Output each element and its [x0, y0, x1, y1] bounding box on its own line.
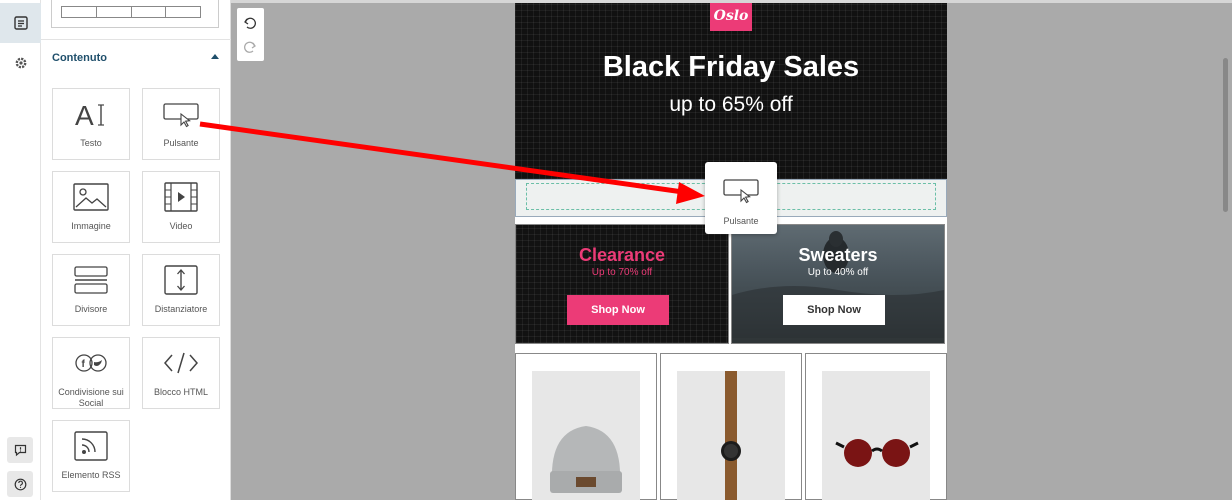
content-blocks-icon	[13, 16, 28, 30]
email-preview: Oslo Black Friday Sales up to 65% off Cl…	[515, 3, 947, 500]
column-layout-block[interactable]	[51, 0, 219, 28]
block-label: Blocco HTML	[153, 387, 208, 397]
product-image	[822, 371, 930, 500]
social-share-icon: f	[75, 354, 107, 372]
undo-icon	[244, 17, 256, 29]
feedback-icon	[14, 444, 26, 456]
panel-divider	[41, 39, 231, 40]
hero-subtitle: up to 65% off	[669, 93, 793, 116]
content-tab-button[interactable]	[0, 3, 41, 43]
product-card-sunglasses[interactable]	[805, 353, 947, 500]
help-button[interactable]	[7, 471, 33, 497]
button-icon	[163, 103, 199, 128]
hero-section[interactable]: Oslo Black Friday Sales up to 65% off	[515, 3, 947, 179]
promo-subtitle: Up to 40% off	[807, 267, 869, 278]
rss-icon	[74, 431, 108, 461]
video-icon	[164, 182, 198, 212]
block-label: Divisore	[74, 304, 108, 314]
promo-pattern	[516, 225, 728, 343]
watch-image	[721, 371, 741, 500]
product-card-watch[interactable]	[660, 353, 802, 500]
svg-text:A: A	[75, 100, 94, 129]
history-controls	[237, 8, 264, 61]
svg-text:f: f	[82, 359, 86, 370]
text-icon: A	[75, 100, 104, 129]
promo-title: Clearance	[578, 245, 666, 265]
promo-card-clearance[interactable]: Clearance Up to 70% off Shop Now	[515, 224, 729, 344]
undo-button[interactable]	[243, 16, 257, 35]
feedback-button[interactable]	[7, 437, 33, 463]
shop-now-button[interactable]: Shop Now	[567, 295, 669, 325]
promo-title: Sweaters	[798, 245, 878, 265]
drag-ghost-label: Pulsante	[723, 216, 759, 226]
help-icon	[14, 478, 26, 490]
redo-button[interactable]	[243, 40, 257, 59]
hero-title: Black Friday Sales	[602, 51, 860, 83]
block-tile-html[interactable]: Blocco HTML	[142, 337, 220, 409]
block-label: Testo	[80, 138, 102, 148]
block-tile-divider[interactable]: Divisore	[52, 254, 130, 326]
block-label: Condivisione sui Social	[58, 387, 124, 408]
editor-canvas: Oslo Black Friday Sales up to 65% off Cl…	[231, 0, 1232, 500]
brand-logo: Oslo	[710, 3, 752, 31]
collapse-caret-icon[interactable]	[211, 54, 219, 59]
section-title[interactable]: Contenuto	[52, 52, 107, 64]
block-tile-button[interactable]: Pulsante	[142, 88, 220, 160]
html-code-icon	[164, 352, 198, 374]
block-tile-spacer[interactable]: Distanziatore	[142, 254, 220, 326]
product-image	[532, 371, 640, 500]
gear-icon	[15, 57, 26, 69]
column-layout-preview	[61, 6, 201, 18]
redo-icon	[244, 41, 256, 53]
sunglasses-image	[835, 439, 919, 467]
drag-ghost-button-block[interactable]: Pulsante	[705, 162, 777, 234]
hiker-silhouette-image	[732, 231, 944, 338]
button-icon	[723, 179, 759, 204]
canvas-scrollbar[interactable]	[1223, 58, 1228, 212]
block-label: Elemento RSS	[61, 470, 121, 480]
beanie-image	[550, 426, 622, 493]
block-tile-video[interactable]: Video	[142, 171, 220, 243]
spacer-icon	[164, 265, 198, 295]
block-tile-rss[interactable]: Elemento RSS	[52, 420, 130, 492]
settings-tab-button[interactable]	[0, 43, 41, 83]
block-tile-social-share[interactable]: f Condivisione sui Social	[52, 337, 130, 409]
content-panel: Contenuto A Testo Pulsante Immagine Vide…	[41, 0, 231, 500]
block-tile-text[interactable]: A Testo	[52, 88, 130, 160]
product-card-beanie[interactable]	[515, 353, 657, 500]
block-label: Video	[169, 221, 193, 231]
promo-subtitle: Up to 70% off	[591, 267, 653, 278]
divider-icon	[74, 266, 108, 294]
block-label: Pulsante	[163, 138, 199, 148]
shop-now-button[interactable]: Shop Now	[783, 295, 885, 325]
promo-card-sweaters[interactable]: Sweaters Up to 40% off Shop Now	[731, 224, 945, 344]
left-rail	[0, 0, 41, 500]
product-image	[677, 371, 785, 500]
block-label: Immagine	[71, 221, 111, 231]
image-icon	[73, 183, 109, 211]
block-label: Distanziatore	[154, 304, 208, 314]
block-tile-image[interactable]: Immagine	[52, 171, 130, 243]
